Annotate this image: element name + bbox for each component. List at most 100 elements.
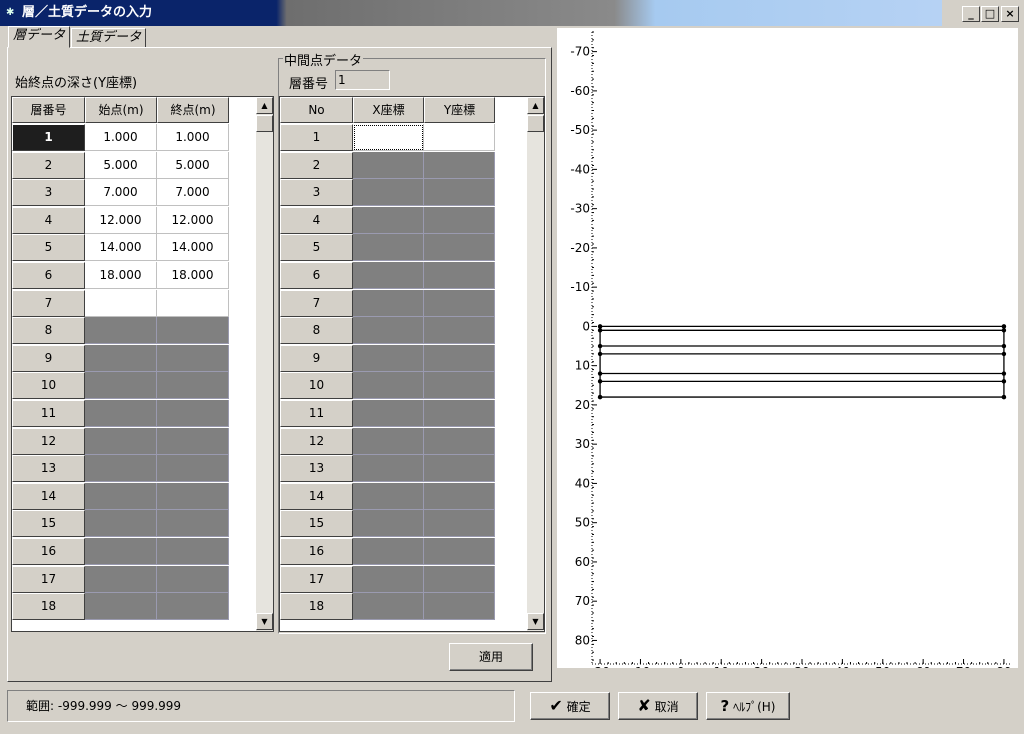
intermediate-y-cell[interactable]: [424, 124, 495, 151]
layer-start-cell[interactable]: 7.000: [85, 179, 157, 207]
layer-row-header[interactable]: 2: [12, 151, 85, 179]
intermediate-y-cell[interactable]: [424, 565, 495, 593]
layer-row-header[interactable]: 8: [12, 317, 85, 345]
header-y[interactable]: Y座標: [424, 97, 495, 123]
title-bar[interactable]: ✱ 層／土質データの入力 _ □ ×: [0, 0, 1024, 26]
layer-row-header[interactable]: 10: [12, 372, 85, 400]
layer-start-cell[interactable]: [85, 372, 157, 400]
layer-row-header[interactable]: 4: [12, 206, 85, 234]
layer-start-cell[interactable]: [85, 510, 157, 538]
intermediate-row-header[interactable]: 15: [280, 510, 353, 538]
cancel-button[interactable]: ✘ 取消: [618, 692, 698, 720]
intermediate-row-header[interactable]: 3: [280, 179, 353, 207]
tab-soil-data[interactable]: 土質データ: [71, 28, 147, 48]
header-no[interactable]: No: [280, 97, 353, 123]
intermediate-row-header[interactable]: 6: [280, 262, 353, 289]
intermediate-x-cell[interactable]: [353, 124, 424, 151]
layer-end-cell[interactable]: [157, 510, 229, 538]
layer-end-cell[interactable]: [157, 289, 229, 317]
intermediate-x-cell[interactable]: [353, 593, 424, 621]
layer-end-cell[interactable]: [157, 427, 229, 455]
apply-button[interactable]: 適用: [449, 643, 533, 671]
intermediate-row-header[interactable]: 18: [280, 593, 353, 621]
layer-start-cell[interactable]: 5.000: [85, 151, 157, 179]
layer-row-header[interactable]: 5: [12, 234, 85, 262]
layer-row-header[interactable]: 3: [12, 179, 85, 207]
intermediate-y-cell[interactable]: [424, 179, 495, 207]
header-start[interactable]: 始点(m): [85, 97, 157, 123]
intermediate-row-header[interactable]: 4: [280, 206, 353, 234]
intermediate-x-cell[interactable]: [353, 372, 424, 400]
intermediate-x-cell[interactable]: [353, 289, 424, 317]
intermediate-y-cell[interactable]: [424, 151, 495, 179]
intermediate-y-cell[interactable]: [424, 593, 495, 621]
layer-start-cell[interactable]: 18.000: [85, 262, 157, 289]
header-x[interactable]: X座標: [353, 97, 424, 123]
layer-row-header[interactable]: 14: [12, 482, 85, 510]
intermediate-x-cell[interactable]: [353, 262, 424, 289]
layer-end-cell[interactable]: 1.000: [157, 124, 229, 151]
layer-start-cell[interactable]: 12.000: [85, 206, 157, 234]
intermediate-y-cell[interactable]: [424, 482, 495, 510]
scroll-down-icon[interactable]: ▼: [527, 613, 544, 630]
layer-end-cell[interactable]: 12.000: [157, 206, 229, 234]
header-end[interactable]: 終点(m): [157, 97, 229, 123]
intermediate-grid-scrollbar[interactable]: ▲ ▼: [527, 97, 544, 631]
layer-row-header[interactable]: 6: [12, 262, 85, 289]
layer-end-cell[interactable]: [157, 482, 229, 510]
intermediate-x-cell[interactable]: [353, 455, 424, 483]
layer-row-header[interactable]: 1: [12, 124, 85, 151]
intermediate-row-header[interactable]: 13: [280, 455, 353, 483]
layer-end-cell[interactable]: [157, 372, 229, 400]
ok-button[interactable]: ✔ 確定: [530, 692, 610, 720]
intermediate-y-cell[interactable]: [424, 289, 495, 317]
intermediate-y-cell[interactable]: [424, 538, 495, 565]
layer-row-header[interactable]: 7: [12, 289, 85, 317]
scroll-down-icon[interactable]: ▼: [256, 613, 273, 630]
intermediate-row-header[interactable]: 10: [280, 372, 353, 400]
layer-start-cell[interactable]: [85, 565, 157, 593]
intermediate-y-cell[interactable]: [424, 400, 495, 427]
scroll-thumb[interactable]: [527, 115, 544, 132]
layer-start-cell[interactable]: [85, 538, 157, 565]
intermediate-row-header[interactable]: 17: [280, 565, 353, 593]
layer-start-cell[interactable]: [85, 400, 157, 427]
intermediate-row-header[interactable]: 12: [280, 427, 353, 455]
intermediate-y-cell[interactable]: [424, 262, 495, 289]
intermediate-x-cell[interactable]: [353, 206, 424, 234]
intermediate-layer-no-field[interactable]: 1: [335, 70, 390, 90]
intermediate-y-cell[interactable]: [424, 427, 495, 455]
minimize-button[interactable]: _: [962, 6, 980, 22]
layer-row-header[interactable]: 15: [12, 510, 85, 538]
layer-end-cell[interactable]: [157, 565, 229, 593]
layer-start-cell[interactable]: [85, 593, 157, 621]
layer-end-cell[interactable]: 14.000: [157, 234, 229, 262]
intermediate-row-header[interactable]: 2: [280, 151, 353, 179]
intermediate-row-header[interactable]: 14: [280, 482, 353, 510]
intermediate-x-cell[interactable]: [353, 510, 424, 538]
header-layer-no[interactable]: 層番号: [12, 97, 85, 123]
intermediate-row-header[interactable]: 8: [280, 317, 353, 345]
intermediate-x-cell[interactable]: [353, 344, 424, 372]
layer-end-cell[interactable]: [157, 593, 229, 621]
intermediate-x-cell[interactable]: [353, 400, 424, 427]
tab-layer-data[interactable]: 層データ: [8, 26, 71, 48]
layer-grid[interactable]: 層番号 始点(m) 終点(m) 1 1.000 1.000 2 5.000 5.000 3 7…: [11, 96, 274, 632]
layer-row-header[interactable]: 17: [12, 565, 85, 593]
intermediate-x-cell[interactable]: [353, 151, 424, 179]
scroll-up-icon[interactable]: ▲: [527, 97, 544, 114]
intermediate-row-header[interactable]: 7: [280, 289, 353, 317]
layer-end-cell[interactable]: 18.000: [157, 262, 229, 289]
layer-start-cell[interactable]: [85, 482, 157, 510]
intermediate-y-cell[interactable]: [424, 234, 495, 262]
layer-start-cell[interactable]: [85, 427, 157, 455]
close-button[interactable]: ×: [1001, 6, 1019, 22]
intermediate-y-cell[interactable]: [424, 510, 495, 538]
layer-start-cell[interactable]: [85, 344, 157, 372]
layer-row-header[interactable]: 9: [12, 344, 85, 372]
intermediate-y-cell[interactable]: [424, 455, 495, 483]
intermediate-x-cell[interactable]: [353, 482, 424, 510]
intermediate-grid[interactable]: No X座標 Y座標 1 2 3 4 5 6 7 8 9 10 11 12 13 14 15 16 17 18 ▲…: [279, 96, 545, 632]
intermediate-x-cell[interactable]: [353, 538, 424, 565]
intermediate-row-header[interactable]: 11: [280, 400, 353, 427]
